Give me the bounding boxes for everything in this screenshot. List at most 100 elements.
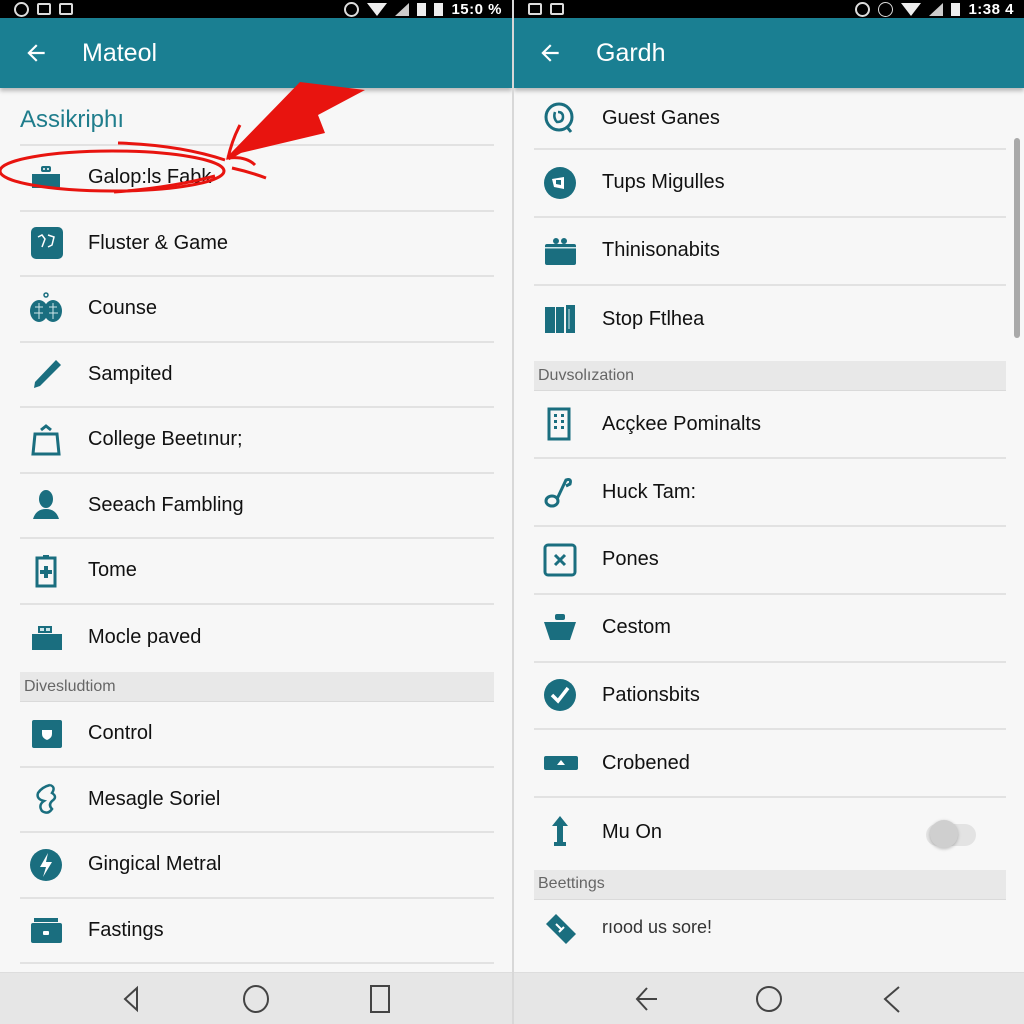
battery-icon bbox=[434, 2, 444, 16]
back-triangle-icon bbox=[123, 985, 138, 1012]
shield-icon bbox=[20, 716, 72, 752]
gift-icon bbox=[534, 233, 586, 269]
nav-chevron-button[interactable] bbox=[872, 979, 912, 1019]
screenshot-icon bbox=[550, 3, 564, 15]
battery-icon bbox=[417, 2, 427, 16]
nav-home-button[interactable] bbox=[236, 979, 276, 1019]
list-item[interactable]: Control bbox=[20, 702, 494, 768]
list-item[interactable]: Acçkee Pominalts bbox=[534, 391, 1006, 460]
search-chat-icon bbox=[534, 100, 586, 136]
list-item[interactable]: Pationsbits bbox=[534, 663, 1006, 731]
arrow-back-icon bbox=[635, 986, 657, 1011]
nav-back-button[interactable] bbox=[626, 979, 666, 1019]
list-item[interactable]: Fluster & Game bbox=[20, 212, 494, 277]
item-label: Stop Ftlhea bbox=[602, 307, 705, 330]
medical-icon bbox=[20, 553, 72, 589]
list-item[interactable]: Seeach Fambling bbox=[20, 474, 494, 539]
battery-icon bbox=[951, 2, 961, 16]
arrow-back-icon bbox=[27, 44, 45, 62]
section-header: Duvsolızation bbox=[534, 361, 1006, 392]
list-item[interactable]: Thinisonabits bbox=[534, 218, 1006, 286]
pencil-icon bbox=[20, 356, 72, 392]
home-circle-icon bbox=[243, 984, 269, 1013]
item-label: Gingical Metral bbox=[88, 853, 222, 876]
page-title: Mateol bbox=[82, 38, 158, 67]
page-title: Gardh bbox=[596, 38, 666, 67]
nav-bar bbox=[0, 972, 512, 1024]
screenshot-icon bbox=[59, 3, 73, 15]
item-label: Mu On bbox=[602, 820, 663, 843]
close-box-icon bbox=[534, 542, 586, 578]
nav-bar bbox=[514, 972, 1024, 1024]
mu-on-toggle[interactable] bbox=[926, 818, 978, 849]
signal-icon bbox=[395, 2, 410, 16]
list-item[interactable]: Sampited bbox=[20, 343, 494, 408]
section-header: Beettings bbox=[534, 869, 1006, 900]
list-item[interactable]: Counse bbox=[20, 277, 494, 343]
list-item[interactable]: Mu On bbox=[534, 798, 1006, 866]
list-item[interactable]: Crobened bbox=[534, 730, 1006, 799]
toggle-thumb bbox=[930, 820, 958, 849]
lightning-icon bbox=[20, 847, 72, 883]
list-item[interactable]: Gingical Metral bbox=[20, 833, 494, 899]
sync-icon bbox=[855, 1, 871, 17]
nav-back-button[interactable] bbox=[112, 979, 152, 1019]
list-item[interactable]: Mocle paved bbox=[20, 605, 494, 671]
list-item[interactable]: Cestom bbox=[534, 595, 1006, 663]
check-circle-icon bbox=[534, 677, 586, 713]
status-bar: 15:0 % bbox=[0, 0, 512, 18]
nav-recents-button[interactable] bbox=[360, 979, 400, 1019]
books-icon bbox=[534, 301, 586, 337]
signal-icon bbox=[929, 2, 944, 16]
list-item[interactable]: Tups Migulles bbox=[534, 150, 1006, 218]
app-bar: Gardh bbox=[514, 18, 1024, 88]
keyboard-icon bbox=[20, 619, 72, 655]
item-label: Counse bbox=[88, 297, 157, 320]
rotate-icon bbox=[878, 1, 894, 17]
back-button[interactable] bbox=[514, 18, 586, 88]
wifi-icon bbox=[901, 2, 922, 16]
bag-icon bbox=[20, 422, 72, 458]
section-header: Divesludtiom bbox=[20, 672, 494, 702]
robot-icon bbox=[20, 160, 72, 196]
item-label: Galop:ls Fabk bbox=[88, 166, 212, 189]
list-item[interactable]: College Beetınur; bbox=[20, 408, 494, 474]
item-label: Fluster & Game bbox=[88, 231, 229, 254]
keypad-icon bbox=[534, 406, 586, 442]
list-item[interactable]: Huck Tam: bbox=[534, 459, 1006, 527]
left-screen: 15:0 % Mateol Assikriphı Galop:ls Fabk F… bbox=[0, 0, 512, 1024]
list-item[interactable]: rıood us sore! bbox=[534, 900, 1006, 956]
circle-flag-icon bbox=[534, 165, 586, 201]
eject-icon bbox=[534, 745, 586, 781]
item-label: Sampited bbox=[88, 362, 173, 385]
item-label: Acçkee Pominalts bbox=[602, 412, 761, 435]
music-note-icon bbox=[534, 474, 586, 510]
item-label: Control bbox=[88, 722, 153, 745]
nav-home-button[interactable] bbox=[749, 979, 789, 1019]
split-screen: 15:0 % Mateol Assikriphı Galop:ls Fabk F… bbox=[0, 0, 1024, 1024]
person-icon bbox=[20, 487, 72, 523]
brain-icon bbox=[20, 291, 72, 327]
settings-list: Assikriphı Galop:ls Fabk Fluster & Game … bbox=[0, 88, 512, 964]
settings-list: Guest Ganes Tups Migulles Thinisonabits … bbox=[514, 88, 1024, 956]
list-item[interactable]: Pones bbox=[534, 527, 1006, 595]
list-item[interactable]: Stop Ftlhea bbox=[534, 286, 1006, 354]
arrow-back-icon bbox=[541, 44, 559, 62]
list-item[interactable]: Galop:ls Fabk bbox=[20, 146, 494, 212]
list-item[interactable]: Guest Ganes bbox=[534, 88, 1006, 150]
section-title: Assikriphı bbox=[20, 106, 125, 133]
item-label: Pones bbox=[602, 548, 659, 571]
status-time: 15:0 % bbox=[451, 0, 502, 18]
back-button[interactable] bbox=[0, 18, 72, 88]
item-label: Tups Migulles bbox=[602, 171, 725, 194]
item-label: Thinisonabits bbox=[602, 239, 720, 262]
item-label: Tome bbox=[88, 559, 137, 582]
item-label: Huck Tam: bbox=[602, 480, 697, 503]
image-icon bbox=[528, 3, 542, 15]
item-label: Mocle paved bbox=[88, 625, 202, 648]
chevron-left-icon bbox=[883, 985, 900, 1013]
list-item[interactable]: Tome bbox=[20, 539, 494, 605]
list-item[interactable]: Fastings bbox=[20, 899, 494, 964]
list-item[interactable]: Mesagle Soriel bbox=[20, 768, 494, 833]
sync-icon bbox=[344, 1, 360, 17]
